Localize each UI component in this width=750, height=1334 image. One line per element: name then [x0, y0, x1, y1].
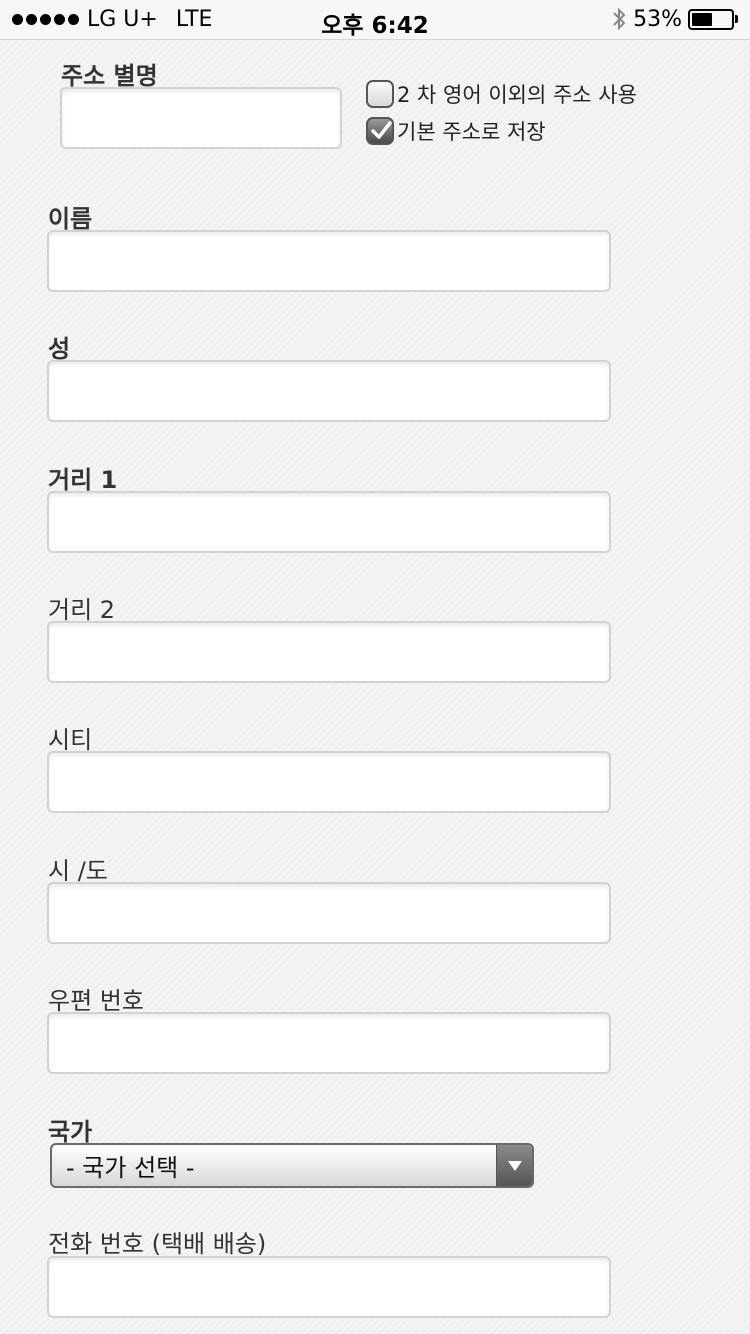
battery-percent: 53% [633, 6, 682, 32]
chevron-down-icon[interactable] [496, 1145, 532, 1186]
secondary-english-address-option[interactable]: 2 차 영어 이외의 주소 사용 [366, 79, 637, 109]
country-select-value: - 국가 선택 - [66, 1154, 195, 1182]
secondary-english-checkbox-label: 2 차 영어 이외의 주소 사용 [397, 83, 637, 107]
status-bar-right: 53% [611, 6, 738, 32]
status-bar: LG U+ LTE 오후 6:42 53% [0, 0, 750, 40]
city-label: 시티 [48, 726, 93, 754]
street1-label: 거리 1 [48, 466, 118, 494]
postal-code-label: 우편 번호 [48, 987, 144, 1015]
secondary-english-checkbox[interactable] [366, 80, 394, 108]
state-label: 시 /도 [48, 857, 108, 885]
street2-label: 거리 2 [48, 596, 116, 624]
country-label: 국가 [48, 1118, 93, 1146]
state-input[interactable] [47, 882, 611, 944]
save-default-checkbox[interactable] [366, 117, 394, 145]
street2-input[interactable] [47, 621, 611, 683]
first-name-label: 이름 [48, 205, 93, 233]
checkmark-icon [371, 121, 392, 139]
country-select[interactable]: - 국가 선택 - [50, 1143, 534, 1188]
street1-input[interactable] [47, 491, 611, 553]
battery-fill [692, 12, 713, 26]
phone-label: 전화 번호 (택배 배송) [48, 1230, 267, 1258]
save-default-address-option[interactable]: 기본 주소로 저장 [366, 116, 546, 146]
battery-icon [688, 8, 738, 30]
postal-code-input[interactable] [47, 1012, 611, 1074]
first-name-input[interactable] [47, 230, 611, 292]
address-nickname-label: 주소 별명 [61, 62, 158, 90]
last-name-label: 성 [48, 335, 71, 363]
address-nickname-input[interactable] [60, 87, 342, 149]
save-default-checkbox-label: 기본 주소로 저장 [397, 120, 546, 144]
phone-input[interactable] [47, 1256, 611, 1318]
city-input[interactable] [47, 751, 611, 813]
last-name-input[interactable] [47, 360, 611, 422]
bluetooth-icon [611, 6, 627, 32]
